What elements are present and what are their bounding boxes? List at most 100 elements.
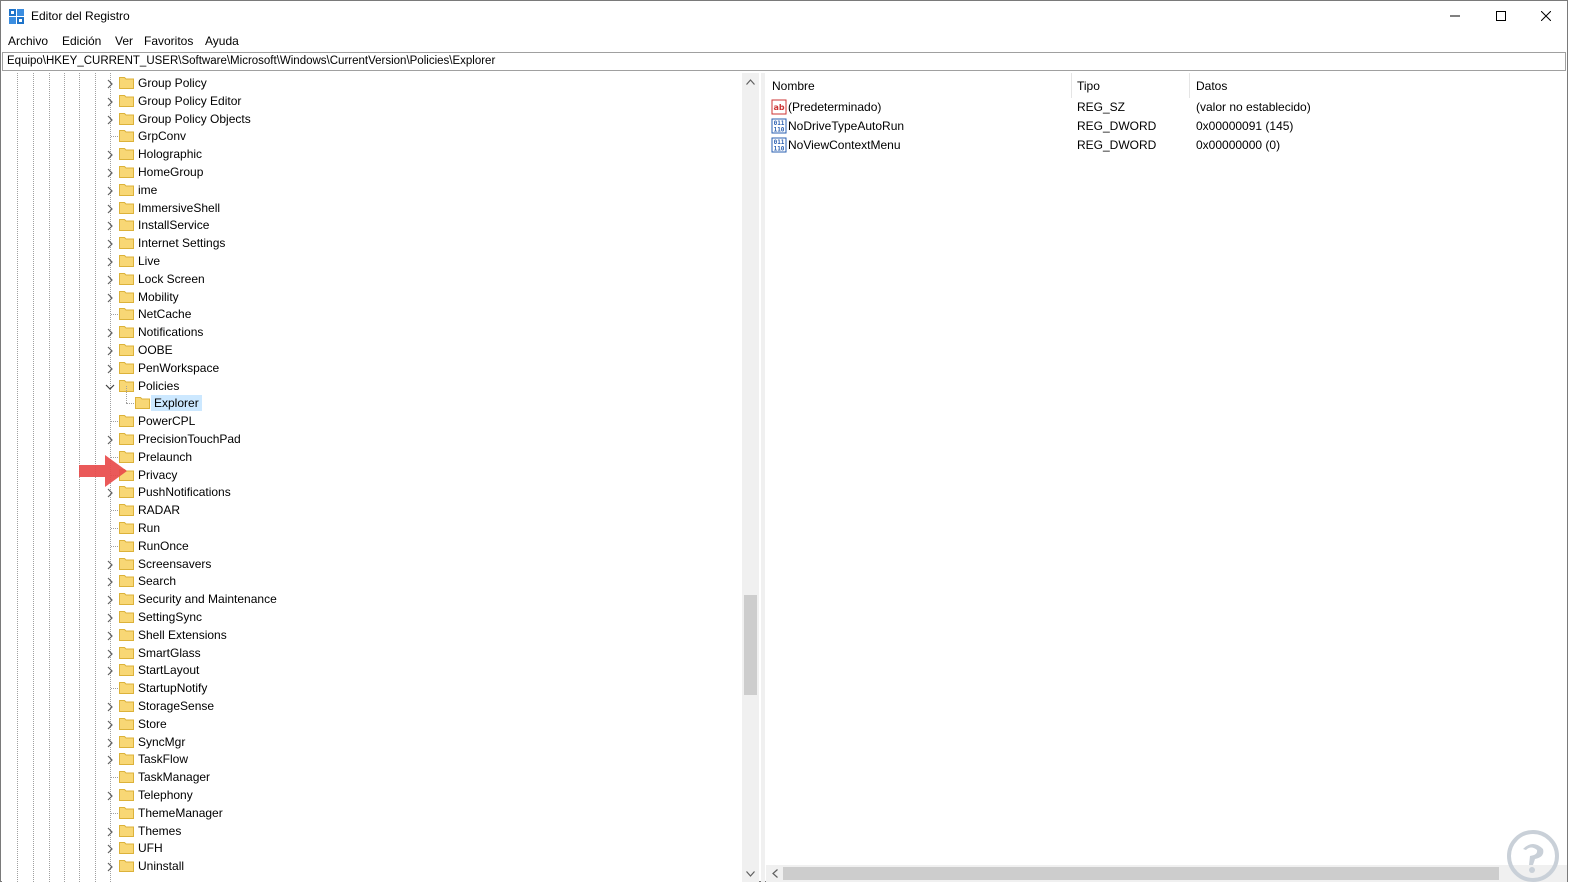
tree-item[interactable]: Search: [2, 572, 742, 590]
chevron-right-icon[interactable]: [105, 719, 115, 730]
tree-item[interactable]: StartLayout: [2, 661, 742, 679]
tree-item[interactable]: StartupNotify: [2, 679, 742, 697]
scroll-thumb[interactable]: [744, 595, 757, 695]
menu-ver[interactable]: Ver: [115, 34, 133, 48]
scroll-down-button[interactable]: [742, 865, 759, 882]
chevron-right-icon[interactable]: [105, 292, 115, 303]
key-tree-pane[interactable]: Group Policy Group Policy Editor Group Pol…: [2, 73, 759, 882]
tree-item[interactable]: HomeGroup: [2, 163, 742, 181]
title-bar[interactable]: Editor del Registro: [1, 1, 1567, 31]
column-header-tipo[interactable]: Tipo: [1077, 79, 1100, 93]
tree-item[interactable]: Group Policy: [2, 74, 742, 92]
chevron-right-icon[interactable]: [105, 203, 115, 214]
tree-item[interactable]: Notifications: [2, 323, 742, 341]
chevron-right-icon[interactable]: [105, 487, 115, 498]
chevron-right-icon[interactable]: [105, 843, 115, 854]
chevron-right-icon[interactable]: [105, 327, 115, 338]
column-header-datos[interactable]: Datos: [1196, 79, 1227, 93]
tree-item[interactable]: Live: [2, 252, 742, 270]
tree-item[interactable]: SyncMgr: [2, 733, 742, 751]
pane-splitter[interactable]: [761, 73, 765, 882]
scroll-left-button[interactable]: [766, 865, 783, 882]
chevron-right-icon[interactable]: [105, 630, 115, 641]
value-row[interactable]: 011 110 NoDriveTypeAutoRun REG_DWORD 0x0…: [766, 117, 1567, 136]
tree-item[interactable]: ThemeManager: [2, 804, 742, 822]
chevron-right-icon[interactable]: [105, 701, 115, 712]
chevron-right-icon[interactable]: [105, 559, 115, 570]
tree-item[interactable]: PrecisionTouchPad: [2, 430, 742, 448]
scroll-up-button[interactable]: [742, 73, 759, 90]
chevron-right-icon[interactable]: [105, 737, 115, 748]
tree-item[interactable]: InstallService: [2, 216, 742, 234]
tree-item[interactable]: Group Policy Objects: [2, 110, 742, 128]
chevron-right-icon[interactable]: [105, 826, 115, 837]
tree-vertical-scrollbar[interactable]: [742, 73, 759, 882]
chevron-right-icon[interactable]: [105, 185, 115, 196]
chevron-right-icon[interactable]: [105, 167, 115, 178]
tree-item[interactable]: Shell Extensions: [2, 626, 742, 644]
chevron-right-icon[interactable]: [105, 149, 115, 160]
chevron-right-icon[interactable]: [105, 434, 115, 445]
chevron-right-icon[interactable]: [105, 790, 115, 801]
value-row[interactable]: 011 110 NoViewContextMenu REG_DWORD 0x00…: [766, 136, 1567, 155]
address-bar[interactable]: Equipo\HKEY_CURRENT_USER\Software\Micros…: [2, 52, 1566, 71]
scroll-thumb[interactable]: [783, 867, 1499, 880]
tree-item[interactable]: Group Policy Editor: [2, 92, 742, 110]
tree-item[interactable]: Internet Settings: [2, 234, 742, 252]
tree-item[interactable]: TaskManager: [2, 768, 742, 786]
chevron-right-icon[interactable]: [105, 594, 115, 605]
tree-item[interactable]: Uninstall: [2, 857, 742, 875]
chevron-right-icon[interactable]: [105, 274, 115, 285]
tree-item[interactable]: SettingSync: [2, 608, 742, 626]
minimize-button[interactable]: [1432, 1, 1478, 31]
list-horizontal-scrollbar[interactable]: [766, 865, 1567, 882]
column-divider[interactable]: [1189, 73, 1190, 98]
chevron-right-icon[interactable]: [105, 363, 115, 374]
chevron-right-icon[interactable]: [105, 576, 115, 587]
close-button[interactable]: [1523, 1, 1569, 31]
tree-item[interactable]: Lock Screen: [2, 270, 742, 288]
tree-item[interactable]: Holographic: [2, 145, 742, 163]
tree-item[interactable]: TaskFlow: [2, 750, 742, 768]
chevron-right-icon[interactable]: [105, 220, 115, 231]
tree-item[interactable]: Run: [2, 519, 742, 537]
menu-archivo[interactable]: Archivo: [8, 34, 48, 48]
tree-item[interactable]: Explorer: [2, 386, 742, 412]
values-list-pane[interactable]: Nombre Tipo Datos ab (Predeterminado) RE…: [766, 73, 1567, 882]
chevron-right-icon[interactable]: [105, 78, 115, 89]
tree-item[interactable]: Security and Maintenance: [2, 590, 742, 608]
address-path[interactable]: Equipo\HKEY_CURRENT_USER\Software\Micros…: [7, 55, 495, 67]
tree-item[interactable]: OOBE: [2, 341, 742, 359]
tree-item[interactable]: GrpConv: [2, 127, 742, 145]
tree-item[interactable]: NetCache: [2, 305, 742, 323]
chevron-right-icon[interactable]: [105, 96, 115, 107]
menu-ayuda[interactable]: Ayuda: [205, 34, 239, 48]
chevron-right-icon[interactable]: [105, 612, 115, 623]
tree-item[interactable]: PowerCPL: [2, 412, 742, 430]
chevron-right-icon[interactable]: [105, 238, 115, 249]
tree-item[interactable]: Themes: [2, 822, 742, 840]
chevron-right-icon[interactable]: [105, 648, 115, 659]
tree-item[interactable]: StorageSense: [2, 697, 742, 715]
chevron-right-icon[interactable]: [105, 861, 115, 872]
chevron-right-icon[interactable]: [105, 114, 115, 125]
tree-item[interactable]: Store: [2, 715, 742, 733]
tree-item[interactable]: Telephony: [2, 786, 742, 804]
column-divider[interactable]: [1071, 73, 1072, 98]
chevron-right-icon[interactable]: [105, 754, 115, 765]
chevron-down-icon[interactable]: [105, 381, 115, 391]
chevron-right-icon[interactable]: [105, 256, 115, 267]
tree-item[interactable]: ImmersiveShell: [2, 199, 742, 217]
tree-item[interactable]: UFH: [2, 839, 742, 857]
tree-item[interactable]: Screensavers: [2, 555, 742, 573]
tree-item[interactable]: RADAR: [2, 501, 742, 519]
tree-item[interactable]: PenWorkspace: [2, 359, 742, 377]
tree-item[interactable]: RunOnce: [2, 537, 742, 555]
tree-item[interactable]: SmartGlass: [2, 644, 742, 662]
tree-item[interactable]: ime: [2, 181, 742, 199]
tree-item[interactable]: Mobility: [2, 288, 742, 306]
maximize-button[interactable]: [1478, 1, 1524, 31]
menu-favoritos[interactable]: Favoritos: [144, 34, 193, 48]
value-row[interactable]: ab (Predeterminado) REG_SZ (valor no est…: [766, 98, 1567, 117]
chevron-right-icon[interactable]: [105, 665, 115, 676]
